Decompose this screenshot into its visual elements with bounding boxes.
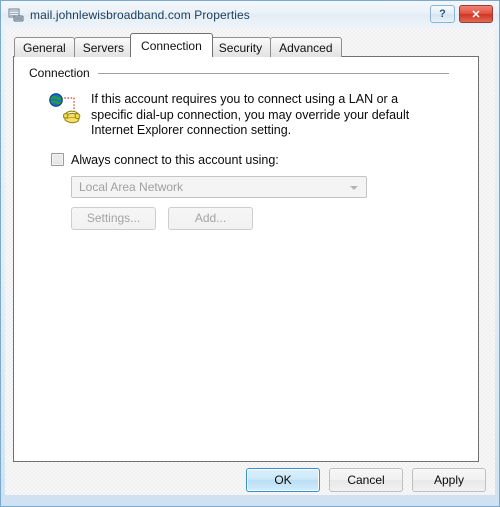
add-button[interactable]: Add...: [168, 206, 253, 230]
group-box-divider: [97, 72, 449, 74]
cancel-button[interactable]: Cancel: [329, 468, 403, 492]
connection-group-box: Connection If this account requires you …: [29, 65, 449, 230]
window-title: mail.johnlewisbroadband.com Properties: [30, 7, 250, 22]
properties-dialog-window: mail.johnlewisbroadband.com Properties ?…: [0, 0, 500, 507]
tab-connection[interactable]: Connection: [130, 33, 213, 57]
tab-servers[interactable]: Servers: [73, 37, 134, 57]
connection-select-value: Local Area Network: [79, 179, 184, 194]
group-box-title: Connection: [29, 66, 90, 80]
tab-general[interactable]: General: [14, 37, 75, 57]
help-button[interactable]: ?: [430, 5, 455, 23]
always-connect-label: Always connect to this account using:: [71, 152, 279, 167]
always-connect-checkbox-row[interactable]: Always connect to this account using:: [29, 153, 449, 167]
connection-info-row: If this account requires you to connect …: [29, 92, 449, 139]
mail-account-icon: [8, 7, 24, 23]
tab-panel-connection: Connection If this account requires you …: [13, 56, 479, 462]
chevron-down-icon: [350, 185, 358, 190]
close-button[interactable]: ✕: [459, 5, 493, 23]
settings-button[interactable]: Settings...: [71, 206, 156, 230]
dialog-button-bar: OK Cancel Apply: [5, 465, 495, 495]
title-bar[interactable]: mail.johnlewisbroadband.com Properties ?…: [1, 1, 499, 28]
tab-advanced[interactable]: Advanced: [270, 37, 342, 57]
dialog-body: General Servers Connection Security Adva…: [5, 28, 495, 495]
connection-action-buttons: Settings... Add...: [71, 206, 449, 230]
tab-strip: General Servers Connection Security Adva…: [14, 33, 342, 57]
always-connect-checkbox[interactable]: [51, 153, 64, 166]
apply-button[interactable]: Apply: [412, 468, 486, 492]
connection-select[interactable]: Local Area Network: [71, 175, 367, 198]
ok-button[interactable]: OK: [246, 468, 320, 492]
tab-security[interactable]: Security: [209, 37, 272, 57]
globe-phone-icon: [48, 93, 82, 127]
caption-button-group: ? ✕: [430, 5, 493, 23]
connection-description: If this account requires you to connect …: [91, 92, 410, 137]
group-box-header: Connection: [29, 65, 449, 81]
